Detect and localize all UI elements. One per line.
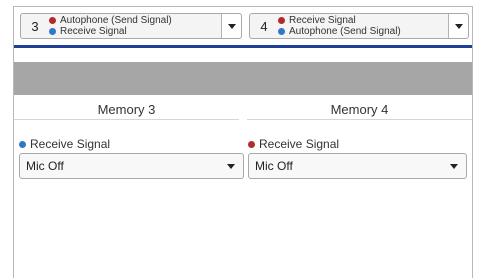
memory-assignment-list: Receive Signal Autophone (Send Signal) — [278, 14, 448, 38]
memory-selector-3[interactable]: 3 Autophone (Send Signal) Receive Signal — [20, 13, 242, 39]
memory-assignment-list: Autophone (Send Signal) Receive Signal — [49, 14, 221, 38]
blue-dot-icon — [49, 28, 56, 35]
red-dot-icon — [248, 140, 255, 148]
chevron-down-icon — [454, 23, 463, 29]
signal-label-text: Receive Signal — [259, 137, 340, 151]
dropdown-button[interactable] — [448, 14, 468, 38]
red-dot-icon — [278, 17, 285, 24]
memory-number: 3 — [31, 18, 39, 34]
assignment-line: Receive Signal — [49, 26, 221, 37]
memory-3-header: Memory 3 — [14, 100, 239, 120]
assignment-line: Autophone (Send Signal) — [49, 15, 221, 26]
memory-4-mic-dropdown[interactable]: Mic Off — [248, 153, 467, 179]
memory-number: 4 — [260, 18, 268, 34]
assignment-text: Autophone (Send Signal) — [289, 26, 401, 37]
memory-selector-bar: 3 Autophone (Send Signal) Receive Signal… — [14, 7, 472, 45]
memory-4-header: Memory 4 — [247, 100, 472, 120]
dropdown-button[interactable] — [221, 14, 241, 38]
signal-label-text: Receive Signal — [30, 137, 111, 151]
blue-dot-icon — [19, 140, 26, 148]
chevron-down-icon — [227, 23, 236, 29]
gray-band — [14, 62, 472, 95]
blue-dot-icon — [278, 28, 285, 35]
memory-4-signal-label: Receive Signal — [248, 137, 339, 151]
memory-panel: 3 Autophone (Send Signal) Receive Signal… — [13, 6, 473, 278]
chevron-down-icon — [450, 163, 458, 169]
assignment-line: Receive Signal — [278, 15, 448, 26]
memory-selector-4[interactable]: 4 Receive Signal Autophone (Send Signal) — [249, 13, 469, 39]
accent-divider — [14, 45, 472, 48]
memory-3-mic-dropdown[interactable]: Mic Off — [19, 153, 244, 179]
memory-3-signal-label: Receive Signal — [19, 137, 110, 151]
assignment-text: Receive Signal — [289, 15, 356, 26]
dropdown-value: Mic Off — [26, 159, 64, 173]
assignment-line: Autophone (Send Signal) — [278, 26, 448, 37]
assignment-text: Autophone (Send Signal) — [60, 15, 172, 26]
red-dot-icon — [49, 17, 56, 24]
dropdown-value: Mic Off — [255, 159, 293, 173]
assignment-text: Receive Signal — [60, 26, 127, 37]
chevron-down-icon — [227, 163, 235, 169]
